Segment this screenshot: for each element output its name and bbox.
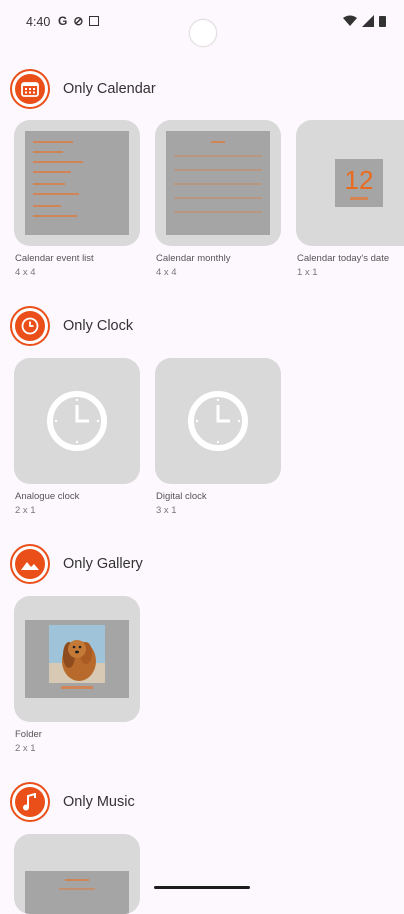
widget-preview [25, 131, 129, 235]
widget-analogue-clock[interactable] [14, 358, 140, 484]
battery-icon [379, 16, 386, 27]
widget-calendar-monthly[interactable] [155, 120, 281, 246]
widget-name: Calendar event list [15, 253, 94, 264]
music-app-icon [10, 782, 50, 822]
do-not-disturb-icon: ⊘ [73, 14, 84, 28]
section-title-calendar: Only Calendar [63, 81, 156, 97]
section-gallery: Only Gallery [10, 542, 143, 586]
widget-preview [25, 871, 129, 914]
widget-preview [166, 131, 270, 235]
gallery-app-icon [10, 544, 50, 584]
widget-size: 4 x 4 [15, 267, 36, 278]
date-number: 12 [344, 164, 374, 195]
section-music: Only Music [10, 780, 135, 824]
wifi-icon [343, 15, 357, 26]
widget-digital-clock[interactable] [155, 358, 281, 484]
clock-app-icon [10, 306, 50, 346]
status-bar: 4:40 G ⊘ [0, 0, 404, 47]
widget-size: 2 x 1 [15, 505, 36, 516]
notification-icon [89, 16, 100, 26]
section-title-gallery: Only Gallery [63, 556, 143, 572]
widget-name: Calendar monthly [156, 253, 231, 264]
widget-music-preview[interactable] [14, 834, 140, 914]
widget-calendar-event-list[interactable] [14, 120, 140, 246]
widget-preview: 12 [335, 159, 383, 207]
widget-name: Analogue clock [15, 491, 80, 502]
widget-size: 2 x 1 [15, 743, 36, 754]
widget-name: Digital clock [156, 491, 207, 502]
clock-face-icon [47, 391, 107, 451]
section-title-music: Only Music [63, 794, 135, 810]
clock-face-icon [188, 391, 248, 451]
camera-cutout [189, 19, 217, 47]
widget-size: 3 x 1 [156, 505, 177, 516]
section-calendar: Only Calendar [10, 67, 156, 111]
widget-calendar-todays-date[interactable]: 12 [296, 120, 404, 246]
gesture-handle[interactable] [154, 886, 250, 889]
widget-size: 4 x 4 [156, 267, 177, 278]
widget-name: Folder [15, 729, 42, 740]
widget-folder[interactable] [14, 596, 140, 722]
section-clock: Only Clock [10, 304, 133, 348]
section-title-clock: Only Clock [63, 318, 134, 334]
calendar-app-icon [10, 69, 50, 109]
widget-size: 1 x 1 [297, 267, 318, 278]
dog-photo-thumbnail [49, 625, 105, 683]
widget-preview [25, 620, 129, 698]
google-icon: G [58, 14, 68, 28]
widget-name: Calendar today's date [297, 253, 390, 264]
signal-icon [362, 15, 374, 27]
status-time: 4:40 [26, 15, 51, 29]
